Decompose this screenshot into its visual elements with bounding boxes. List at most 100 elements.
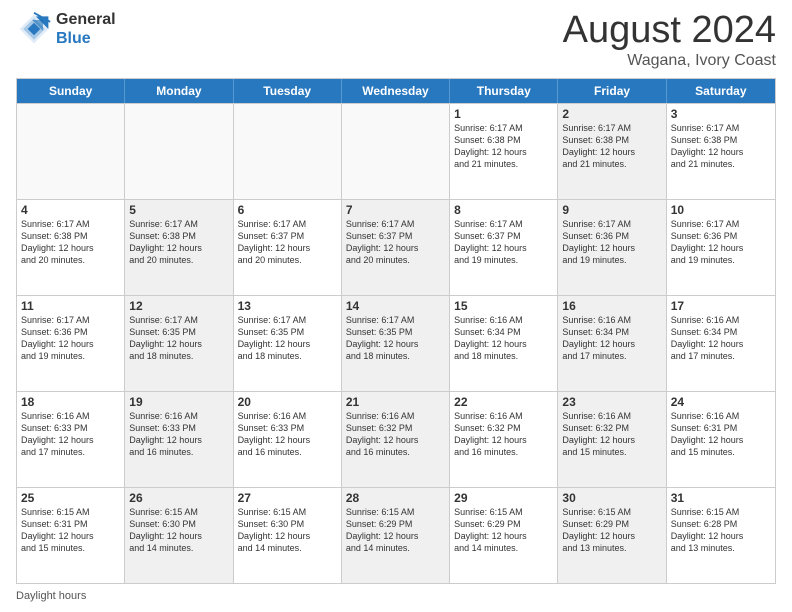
- logo-icon: [16, 11, 52, 47]
- calendar-cell: 5Sunrise: 6:17 AM Sunset: 6:38 PM Daylig…: [125, 200, 233, 295]
- day-number: 20: [238, 395, 337, 409]
- day-info: Sunrise: 6:15 AM Sunset: 6:30 PM Dayligh…: [129, 506, 228, 555]
- day-info: Sunrise: 6:17 AM Sunset: 6:36 PM Dayligh…: [21, 314, 120, 363]
- day-info: Sunrise: 6:17 AM Sunset: 6:37 PM Dayligh…: [454, 218, 553, 267]
- calendar-cell: 1Sunrise: 6:17 AM Sunset: 6:38 PM Daylig…: [450, 104, 558, 199]
- calendar-cell: 7Sunrise: 6:17 AM Sunset: 6:37 PM Daylig…: [342, 200, 450, 295]
- day-of-week-header: Sunday: [17, 79, 125, 103]
- calendar-cell: 25Sunrise: 6:15 AM Sunset: 6:31 PM Dayli…: [17, 488, 125, 583]
- day-number: 26: [129, 491, 228, 505]
- day-info: Sunrise: 6:16 AM Sunset: 6:33 PM Dayligh…: [21, 410, 120, 459]
- day-info: Sunrise: 6:17 AM Sunset: 6:38 PM Dayligh…: [562, 122, 661, 171]
- day-info: Sunrise: 6:16 AM Sunset: 6:32 PM Dayligh…: [562, 410, 661, 459]
- day-info: Sunrise: 6:17 AM Sunset: 6:35 PM Dayligh…: [238, 314, 337, 363]
- day-info: Sunrise: 6:17 AM Sunset: 6:38 PM Dayligh…: [454, 122, 553, 171]
- title-block: August 2024 Wagana, Ivory Coast: [563, 10, 776, 70]
- calendar-row: 4 Sunrise: 6:17 AM Sunset: 6:38 PM Daylig…: [17, 199, 775, 295]
- day-number: 3: [671, 107, 771, 121]
- calendar-cell: 16Sunrise: 6:16 AM Sunset: 6:34 PM Dayli…: [558, 296, 666, 391]
- calendar-cell: 18Sunrise: 6:16 AM Sunset: 6:33 PM Dayli…: [17, 392, 125, 487]
- calendar-cell: 17Sunrise: 6:16 AM Sunset: 6:34 PM Dayli…: [667, 296, 775, 391]
- day-number: 9: [562, 203, 661, 217]
- day-info: Sunrise: 6:17 AM Sunset: 6:37 PM Dayligh…: [346, 218, 445, 267]
- day-of-week-header: Wednesday: [342, 79, 450, 103]
- day-info: Sunrise: 6:16 AM Sunset: 6:33 PM Dayligh…: [238, 410, 337, 459]
- calendar-header: SundayMondayTuesdayWednesdayThursdayFrid…: [17, 79, 775, 103]
- day-number: 24: [671, 395, 771, 409]
- calendar-cell: 2Sunrise: 6:17 AM Sunset: 6:38 PM Daylig…: [558, 104, 666, 199]
- title-location: Wagana, Ivory Coast: [563, 52, 776, 70]
- day-info: Sunrise: 6:17 AM Sunset: 6:38 PM Dayligh…: [129, 218, 228, 267]
- day-number: 22: [454, 395, 553, 409]
- day-info: Sunrise: 6:17 AM Sunset: 6:35 PM Dayligh…: [346, 314, 445, 363]
- day-of-week-header: Tuesday: [234, 79, 342, 103]
- calendar-cell: 28Sunrise: 6:15 AM Sunset: 6:29 PM Dayli…: [342, 488, 450, 583]
- day-info: Sunrise: 6:15 AM Sunset: 6:29 PM Dayligh…: [454, 506, 553, 555]
- title-month: August 2024: [563, 10, 776, 52]
- calendar-row: 25Sunrise: 6:15 AM Sunset: 6:31 PM Dayli…: [17, 487, 775, 583]
- day-number: 31: [671, 491, 771, 505]
- calendar-cell: 30Sunrise: 6:15 AM Sunset: 6:29 PM Dayli…: [558, 488, 666, 583]
- day-number: 13: [238, 299, 337, 313]
- page: General Blue August 2024 Wagana, Ivory C…: [0, 0, 792, 612]
- day-info: Sunrise: 6:15 AM Sunset: 6:31 PM Dayligh…: [21, 506, 120, 555]
- day-number: 7: [346, 203, 445, 217]
- day-info: Sunrise: 6:15 AM Sunset: 6:30 PM Dayligh…: [238, 506, 337, 555]
- day-number: 15: [454, 299, 553, 313]
- day-number: 27: [238, 491, 337, 505]
- day-info: Sunrise: 6:16 AM Sunset: 6:34 PM Dayligh…: [454, 314, 553, 363]
- day-of-week-header: Saturday: [667, 79, 775, 103]
- day-number: 6: [238, 203, 337, 217]
- day-info: Sunrise: 6:16 AM Sunset: 6:31 PM Dayligh…: [671, 410, 771, 459]
- day-info: Sunrise: 6:17 AM Sunset: 6:36 PM Dayligh…: [562, 218, 661, 267]
- day-number: 21: [346, 395, 445, 409]
- calendar-cell: [342, 104, 450, 199]
- calendar-cell: 11Sunrise: 6:17 AM Sunset: 6:36 PM Dayli…: [17, 296, 125, 391]
- calendar-cell: 15Sunrise: 6:16 AM Sunset: 6:34 PM Dayli…: [450, 296, 558, 391]
- day-number: 4: [21, 203, 120, 217]
- day-number: 8: [454, 203, 553, 217]
- day-number: 19: [129, 395, 228, 409]
- calendar-cell: 3Sunrise: 6:17 AM Sunset: 6:38 PM Daylig…: [667, 104, 775, 199]
- day-number: 28: [346, 491, 445, 505]
- day-info: Sunrise: 6:16 AM Sunset: 6:33 PM Dayligh…: [129, 410, 228, 459]
- calendar-body: 1Sunrise: 6:17 AM Sunset: 6:38 PM Daylig…: [17, 103, 775, 583]
- calendar-cell: 12Sunrise: 6:17 AM Sunset: 6:35 PM Dayli…: [125, 296, 233, 391]
- calendar-row: 1Sunrise: 6:17 AM Sunset: 6:38 PM Daylig…: [17, 103, 775, 199]
- day-info: Sunrise: 6:15 AM Sunset: 6:28 PM Dayligh…: [671, 506, 771, 555]
- calendar-cell: 21Sunrise: 6:16 AM Sunset: 6:32 PM Dayli…: [342, 392, 450, 487]
- day-number: 25: [21, 491, 120, 505]
- day-info: Sunrise: 6:16 AM Sunset: 6:32 PM Dayligh…: [346, 410, 445, 459]
- calendar-cell: 19Sunrise: 6:16 AM Sunset: 6:33 PM Dayli…: [125, 392, 233, 487]
- day-number: 14: [346, 299, 445, 313]
- day-info: Sunrise: 6:17 AM Sunset: 6:35 PM Dayligh…: [129, 314, 228, 363]
- day-number: 11: [21, 299, 120, 313]
- day-info: Sunrise: 6:15 AM Sunset: 6:29 PM Dayligh…: [346, 506, 445, 555]
- calendar-cell: [17, 104, 125, 199]
- day-info: Sunrise: 6:17 AM Sunset: 6:38 PM Dayligh…: [671, 122, 771, 171]
- calendar-cell: 9Sunrise: 6:17 AM Sunset: 6:36 PM Daylig…: [558, 200, 666, 295]
- day-number: 30: [562, 491, 661, 505]
- logo-text: General Blue: [56, 10, 116, 48]
- calendar-cell: 27Sunrise: 6:15 AM Sunset: 6:30 PM Dayli…: [234, 488, 342, 583]
- calendar-cell: 4Sunrise: 6:17 AM Sunset: 6:38 PM Daylig…: [17, 200, 125, 295]
- footer: Daylight hours: [16, 590, 776, 602]
- calendar-cell: 20Sunrise: 6:16 AM Sunset: 6:33 PM Dayli…: [234, 392, 342, 487]
- day-number: 17: [671, 299, 771, 313]
- calendar-cell: 24Sunrise: 6:16 AM Sunset: 6:31 PM Dayli…: [667, 392, 775, 487]
- calendar-cell: 6Sunrise: 6:17 AM Sunset: 6:37 PM Daylig…: [234, 200, 342, 295]
- day-number: 23: [562, 395, 661, 409]
- calendar-cell: 23Sunrise: 6:16 AM Sunset: 6:32 PM Dayli…: [558, 392, 666, 487]
- day-number: 5: [129, 203, 228, 217]
- calendar-cell: 13Sunrise: 6:17 AM Sunset: 6:35 PM Dayli…: [234, 296, 342, 391]
- calendar-cell: 29Sunrise: 6:15 AM Sunset: 6:29 PM Dayli…: [450, 488, 558, 583]
- calendar-row: 18Sunrise: 6:16 AM Sunset: 6:33 PM Dayli…: [17, 391, 775, 487]
- day-of-week-header: Monday: [125, 79, 233, 103]
- header: General Blue August 2024 Wagana, Ivory C…: [16, 10, 776, 70]
- day-of-week-header: Friday: [558, 79, 666, 103]
- calendar-cell: 8Sunrise: 6:17 AM Sunset: 6:37 PM Daylig…: [450, 200, 558, 295]
- logo: General Blue: [16, 10, 116, 48]
- day-info: Sunrise: 6:16 AM Sunset: 6:34 PM Dayligh…: [562, 314, 661, 363]
- calendar-cell: 26Sunrise: 6:15 AM Sunset: 6:30 PM Dayli…: [125, 488, 233, 583]
- day-info: Sunrise: 6:17 AM Sunset: 6:37 PM Dayligh…: [238, 218, 337, 267]
